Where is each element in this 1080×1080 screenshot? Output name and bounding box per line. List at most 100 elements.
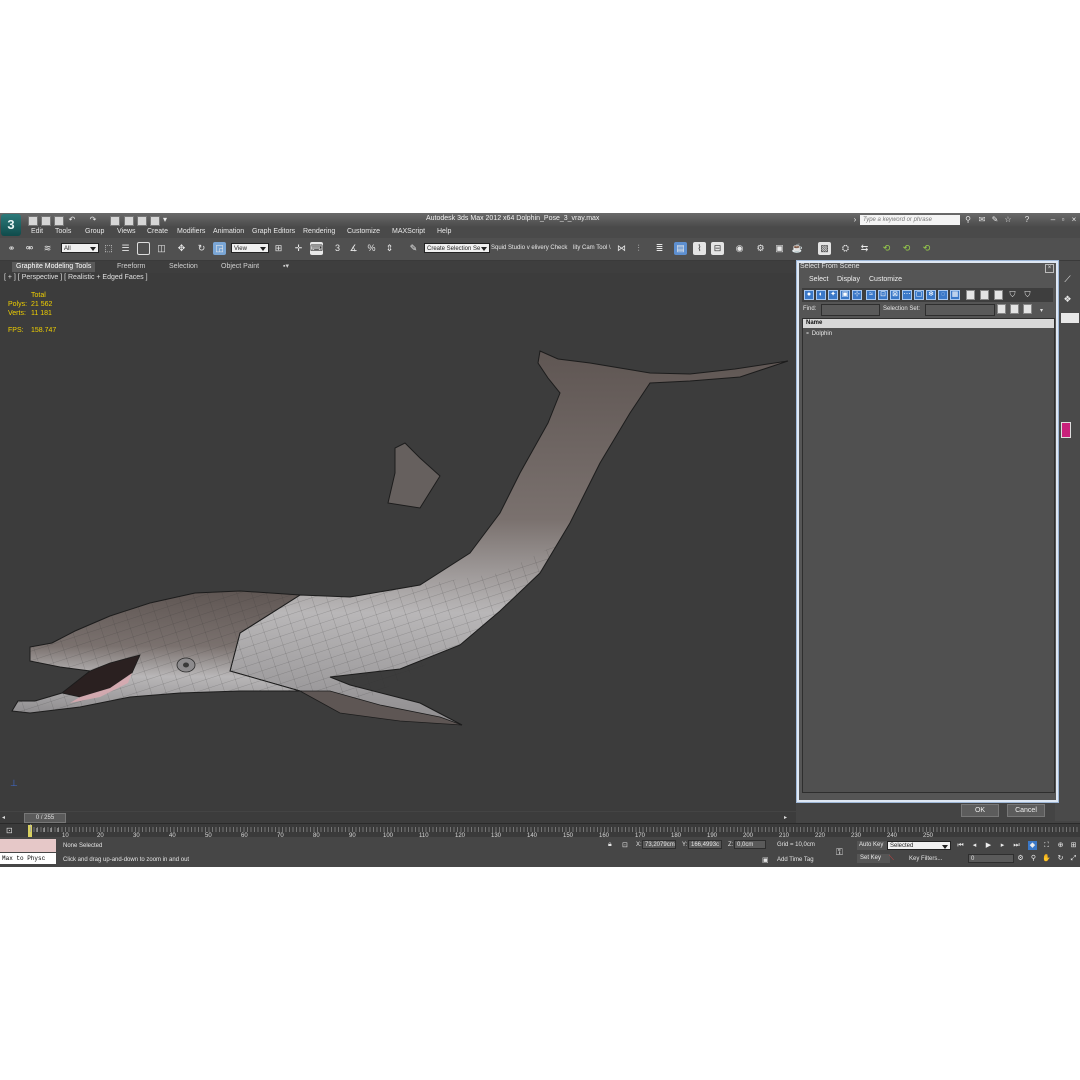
percent-snap-icon[interactable]: % <box>365 242 378 255</box>
set-key-button[interactable]: Set Key <box>857 854 890 863</box>
tab-graphite-modeling-tools[interactable]: Graphite Modeling Tools <box>12 262 96 272</box>
filter-icon[interactable]: ⛉ <box>1007 289 1018 300</box>
display-frozen-icon[interactable]: ❄ <box>926 290 936 300</box>
toolbar-script-text-1[interactable]: Squid Studio v elivery Check <box>491 245 567 251</box>
dolphin-model[interactable] <box>0 273 796 811</box>
selection-lock-icon[interactable]: 🔒︎ <box>608 841 612 849</box>
rectangular-selection-icon[interactable] <box>137 242 150 255</box>
select-object-icon[interactable]: ⬚ <box>102 242 115 255</box>
field-of-view-icon[interactable]: ⊞ <box>1069 841 1078 850</box>
tab-object-paint[interactable]: Object Paint <box>217 262 263 272</box>
select-and-scale-icon[interactable]: ◲ <box>213 242 226 255</box>
redo-icon[interactable]: ↷ <box>88 215 98 225</box>
display-space-warps-icon[interactable]: ≈ <box>866 290 876 300</box>
edit-named-selection-icon[interactable]: ✎ <box>407 242 420 255</box>
layer-manager-icon[interactable]: ≣ <box>653 242 666 255</box>
display-bones-icon[interactable]: ⋯ <box>902 290 912 300</box>
restore-icon[interactable]: ▫ <box>1058 215 1068 225</box>
modify-tab-icon[interactable]: ⟋ <box>1061 273 1074 286</box>
maxscript-listener-output[interactable] <box>0 839 56 852</box>
key-filters-button[interactable]: Key Filters... <box>909 856 942 862</box>
mirror-icon[interactable]: ⋈ <box>615 242 628 255</box>
new-file-icon[interactable] <box>28 216 38 226</box>
communication-icon[interactable]: ✎ <box>990 215 1000 225</box>
go-to-end-icon[interactable]: ⏭ <box>1012 841 1021 850</box>
pan-view-icon[interactable]: ✋ <box>1042 854 1051 863</box>
mini-curve-editor-icon[interactable]: ⊡ <box>6 826 18 836</box>
search-arrow-icon[interactable]: › <box>850 215 860 225</box>
current-frame-field[interactable]: 0 <box>968 854 1014 863</box>
display-xrefs-icon[interactable]: ⊠ <box>890 290 900 300</box>
help-search-input[interactable]: Type a keyword or phrase <box>860 215 960 225</box>
display-invert-icon[interactable] <box>980 290 989 300</box>
binoculars-icon[interactable]: ⚲ <box>963 215 973 225</box>
snaps-toggle-icon[interactable]: 3 <box>331 242 344 255</box>
script-button-6-icon[interactable]: ⟲ <box>920 242 933 255</box>
select-and-manipulate-icon[interactable]: ✛ <box>292 242 305 255</box>
play-icon[interactable]: ▶ <box>984 841 993 850</box>
tab-selection[interactable]: Selection <box>165 262 202 272</box>
key-filter-icon[interactable]: ⟍ <box>889 855 894 863</box>
time-slider-thumb[interactable]: 0 / 255 <box>24 813 66 823</box>
workspace-icon-3[interactable] <box>150 216 160 226</box>
selection-set-dropdown[interactable] <box>925 304 995 316</box>
script-button-1-icon[interactable]: ▧ <box>818 242 831 255</box>
spinner-snap-icon[interactable]: ⇕ <box>383 242 396 255</box>
y-coordinate-field[interactable]: 166,4993c <box>688 840 722 849</box>
menu-graph-editors[interactable]: Graph Editors <box>252 228 295 235</box>
keyboard-shortcut-override-icon[interactable]: ⌨ <box>310 242 323 255</box>
scene-object-list[interactable]: Name ⚬ Dolphin <box>802 318 1055 793</box>
sync-selection-icon[interactable] <box>994 290 1003 300</box>
pivot-center-icon[interactable]: ⊞ <box>272 242 285 255</box>
zoom-extents-icon[interactable]: ⛶ <box>1042 841 1051 850</box>
display-helpers-icon[interactable]: ⊹ <box>852 290 862 300</box>
dialog-menu-select[interactable]: Select <box>809 276 828 283</box>
filter-options-icon[interactable]: ⛉ <box>1022 289 1033 300</box>
render-production-icon[interactable]: ☕ <box>791 242 804 255</box>
help-icon[interactable]: ? <box>1022 215 1032 225</box>
cancel-button[interactable]: Cancel <box>1007 804 1045 817</box>
menu-views[interactable]: Views <box>117 228 136 235</box>
ribbon-options-icon[interactable]: ▪▾ <box>279 262 293 272</box>
favorites-icon[interactable]: ☆ <box>1003 215 1013 225</box>
time-slider[interactable]: ◂ 0 / 255 ▸ <box>0 812 796 823</box>
list-item[interactable]: ⚬ Dolphin <box>805 330 832 337</box>
select-and-move-icon[interactable]: ✥ <box>175 242 188 255</box>
ok-button[interactable]: OK <box>961 804 999 817</box>
material-editor-icon[interactable]: ◉ <box>733 242 746 255</box>
previous-frame-icon[interactable]: ◂ <box>970 841 979 850</box>
maxscript-listener-input[interactable]: Max to Physc <box>0 853 56 864</box>
dialog-menu-display[interactable]: Display <box>837 276 860 283</box>
display-shapes-icon[interactable]: ◐ <box>816 290 826 300</box>
go-to-start-icon[interactable]: ⏮ <box>956 841 965 850</box>
script-button-2-icon[interactable]: ⛭ <box>839 242 852 255</box>
zoom-all-icon[interactable]: ⊕ <box>1056 841 1065 850</box>
angle-snap-icon[interactable]: ∡ <box>347 242 360 255</box>
select-and-rotate-icon[interactable]: ↻ <box>195 242 208 255</box>
display-containers-icon[interactable]: ▢ <box>914 290 924 300</box>
display-lights-icon[interactable]: ✦ <box>828 290 838 300</box>
display-groups-icon[interactable]: ⊡ <box>878 290 888 300</box>
menu-create[interactable]: Create <box>147 228 168 235</box>
selection-set-tool-2-icon[interactable] <box>1010 304 1019 314</box>
display-hidden-icon[interactable]: ◌ <box>938 290 948 300</box>
project-folder-icon[interactable] <box>110 216 120 226</box>
menu-tools[interactable]: Tools <box>55 228 71 235</box>
script-button-4-icon[interactable]: ⟲ <box>880 242 893 255</box>
save-file-icon[interactable] <box>54 216 64 226</box>
workspace-icon-1[interactable] <box>124 216 134 226</box>
window-crossing-icon[interactable]: ◫ <box>155 242 168 255</box>
name-field[interactable] <box>1061 313 1079 323</box>
tab-freeform[interactable]: Freeform <box>113 262 149 272</box>
time-configuration-icon[interactable]: ⚙ <box>1016 854 1025 863</box>
z-coordinate-field[interactable]: 0,0cm <box>734 840 766 849</box>
display-all-icon[interactable]: ▦ <box>950 290 960 300</box>
expand-arrow-icon[interactable]: ▾ <box>1040 307 1043 314</box>
schematic-view-icon[interactable]: ⊟ <box>711 242 724 255</box>
undo-icon[interactable]: ↶ <box>67 215 77 225</box>
menu-customize[interactable]: Customize <box>347 228 380 235</box>
render-setup-icon[interactable]: ⚙ <box>754 242 767 255</box>
app-logo-icon[interactable]: 3 <box>1 214 21 236</box>
graphite-toggle-icon[interactable]: ▤ <box>674 242 687 255</box>
slider-next-icon[interactable]: ▸ <box>784 814 787 821</box>
